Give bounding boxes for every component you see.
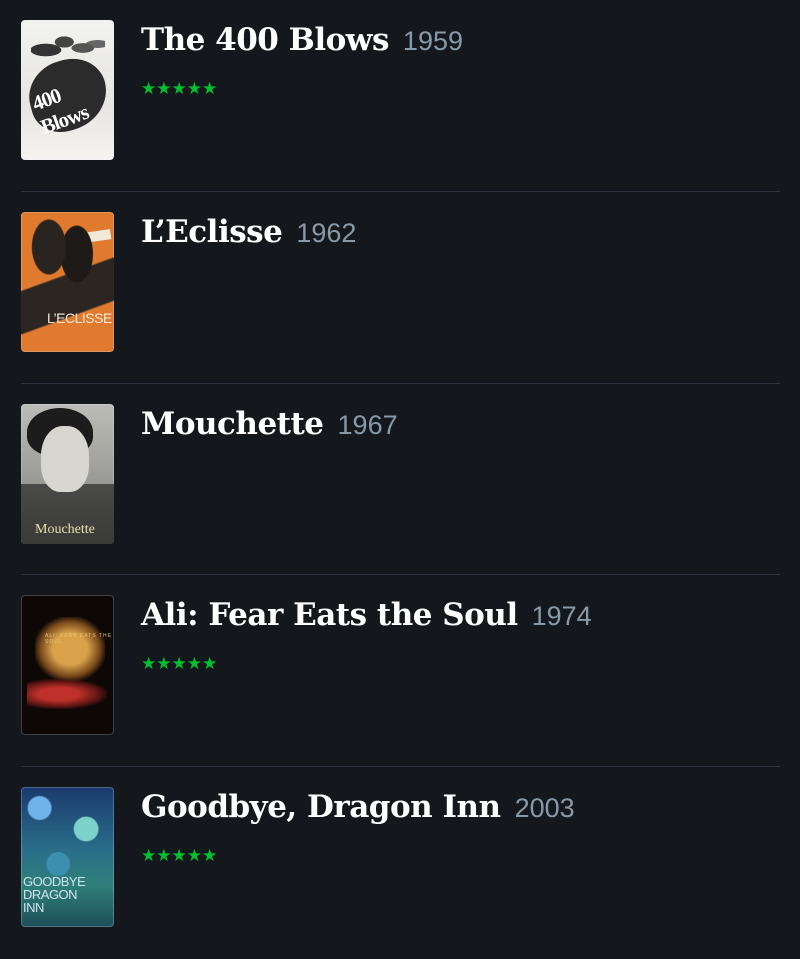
film-title-line: Goodbye, Dragon Inn 2003 <box>141 789 575 825</box>
film-title[interactable]: Goodbye, Dragon Inn <box>141 789 501 825</box>
film-title-line: Ali: Fear Eats the Soul 1974 <box>141 597 592 633</box>
film-poster[interactable]: Mouchette <box>21 404 114 544</box>
rating-stars: ★★★★★ <box>141 79 218 99</box>
poster-text: ALI: FEAR EATS THE SOUL <box>45 633 112 645</box>
film-row[interactable]: ALI: FEAR EATS THE SOUL Ali: Fear Eats t… <box>0 575 800 767</box>
film-title-line: Mouchette 1967 <box>141 406 398 442</box>
poster-glow <box>35 617 105 681</box>
poster-red <box>27 679 107 709</box>
film-row[interactable]: GOODBYE DRAGON INN Goodbye, Dragon Inn 2… <box>0 767 800 959</box>
film-poster[interactable]: 400 Blows <box>21 20 114 160</box>
poster-text: L’ECLISSE <box>47 310 112 326</box>
rating-stars: ★★★★★ <box>141 846 218 866</box>
film-row[interactable]: Mouchette Mouchette 1967 <box>0 384 800 576</box>
film-year[interactable]: 2003 <box>515 793 575 824</box>
film-poster[interactable]: ALI: FEAR EATS THE SOUL <box>21 595 114 735</box>
film-poster[interactable]: GOODBYE DRAGON INN <box>21 787 114 927</box>
rating-stars: ★★★★★ <box>141 654 218 674</box>
poster-text: Mouchette <box>35 522 95 537</box>
film-year[interactable]: 1962 <box>296 218 356 249</box>
film-year[interactable]: 1967 <box>338 410 398 441</box>
film-title-line: The 400 Blows 1959 <box>141 22 463 58</box>
film-title-line: L’Eclisse 1962 <box>141 214 356 250</box>
poster-figures <box>21 212 114 352</box>
film-row[interactable]: 400 Blows The 400 Blows 1959 ★★★★★ <box>0 0 800 192</box>
film-title[interactable]: L’Eclisse <box>141 214 283 250</box>
film-poster[interactable]: L’ECLISSE <box>21 212 114 352</box>
film-year[interactable]: 1974 <box>532 601 592 632</box>
poster-text: GOODBYE DRAGON INN <box>23 874 86 915</box>
film-row[interactable]: L’ECLISSE L’Eclisse 1962 <box>0 192 800 384</box>
film-title[interactable]: Ali: Fear Eats the Soul <box>141 597 518 633</box>
film-year[interactable]: 1959 <box>403 26 463 57</box>
film-title[interactable]: The 400 Blows <box>141 22 389 58</box>
film-title[interactable]: Mouchette <box>141 406 324 442</box>
poster-face <box>41 426 89 492</box>
